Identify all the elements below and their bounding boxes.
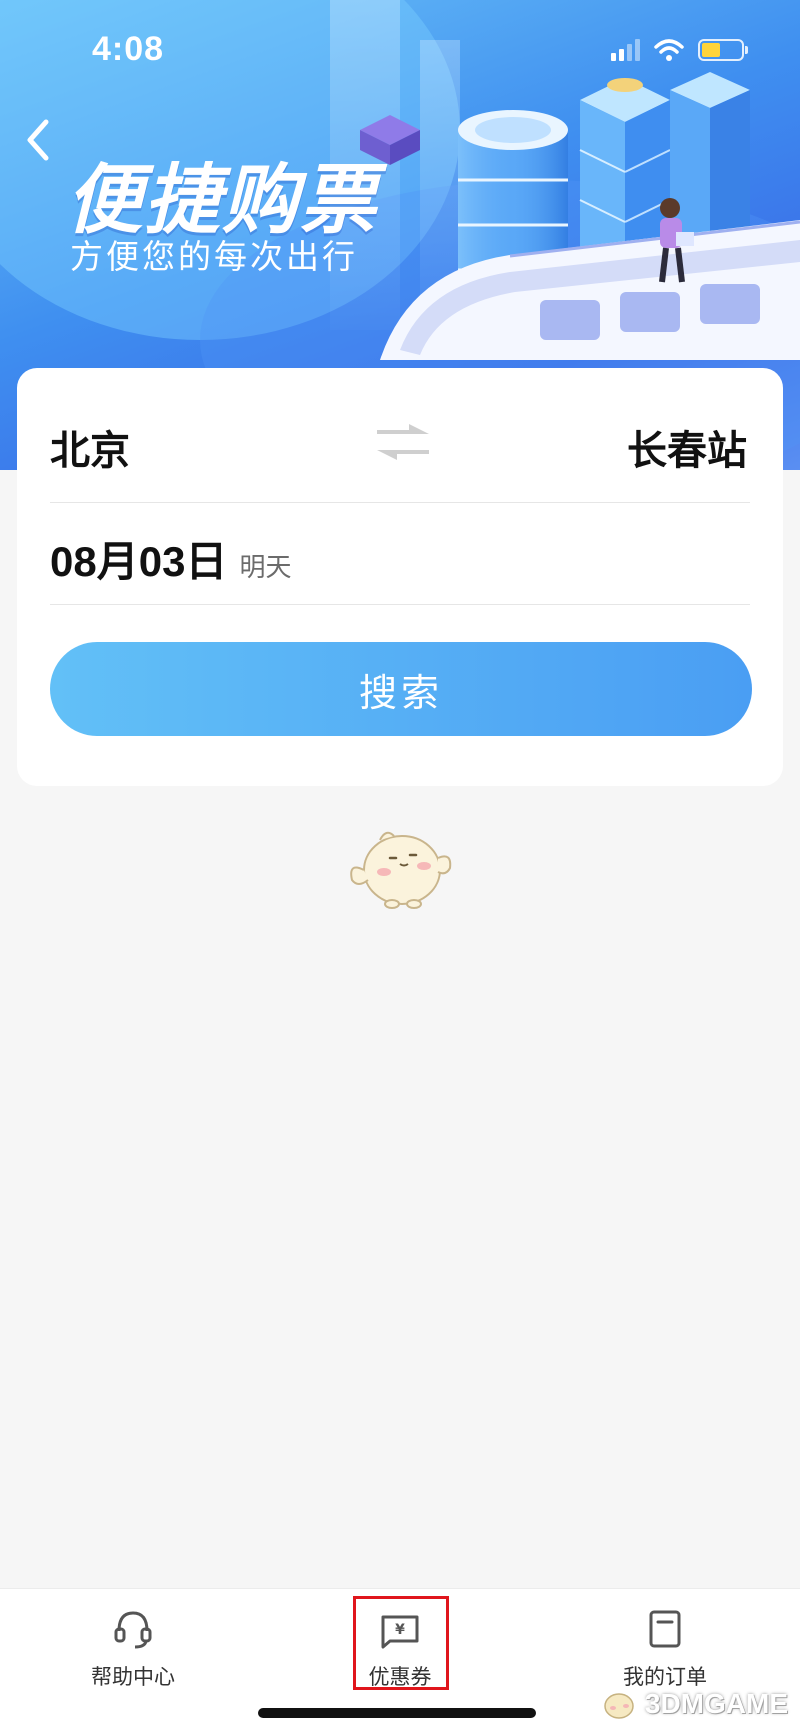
date-hint: 明天 — [239, 552, 292, 582]
mascot-image — [350, 831, 452, 909]
home-indicator — [258, 1708, 536, 1718]
tab-my-orders[interactable]: 我的订单 — [585, 1607, 745, 1691]
status-icons — [611, 38, 748, 62]
watermark: 3DMGAME — [599, 1688, 788, 1720]
tab-label: 我的订单 — [623, 1666, 707, 1689]
ticket-search-card: 北京 长春站 08月03日 明天 搜索 — [17, 368, 783, 786]
swap-icon — [377, 424, 429, 460]
order-icon — [649, 1610, 681, 1648]
battery-icon — [698, 39, 748, 61]
swap-stations-button[interactable] — [373, 422, 433, 462]
banner-subtitle: 方便您的每次出行 — [70, 238, 358, 275]
from-station[interactable]: 北京 — [50, 418, 130, 476]
date-selector[interactable]: 08月03日 明天 — [50, 528, 291, 589]
tab-label: 帮助中心 — [91, 1666, 175, 1689]
status-time: 4:08 — [92, 30, 165, 68]
highlight-box — [353, 1596, 449, 1690]
travel-date: 08月03日 — [50, 538, 228, 585]
to-station[interactable]: 长春站 — [627, 418, 747, 476]
watermark-text: 3DMGAME — [644, 1688, 788, 1719]
watermark-logo-icon — [604, 1693, 634, 1719]
wifi-icon — [654, 39, 684, 61]
chevron-left-icon — [27, 119, 49, 161]
divider — [50, 604, 750, 605]
headset-icon — [114, 1611, 152, 1649]
divider — [50, 502, 750, 503]
search-button[interactable]: 搜索 — [50, 642, 752, 736]
back-button[interactable] — [14, 112, 62, 168]
tab-help-center[interactable]: 帮助中心 — [53, 1607, 213, 1691]
signal-icon — [611, 39, 640, 61]
